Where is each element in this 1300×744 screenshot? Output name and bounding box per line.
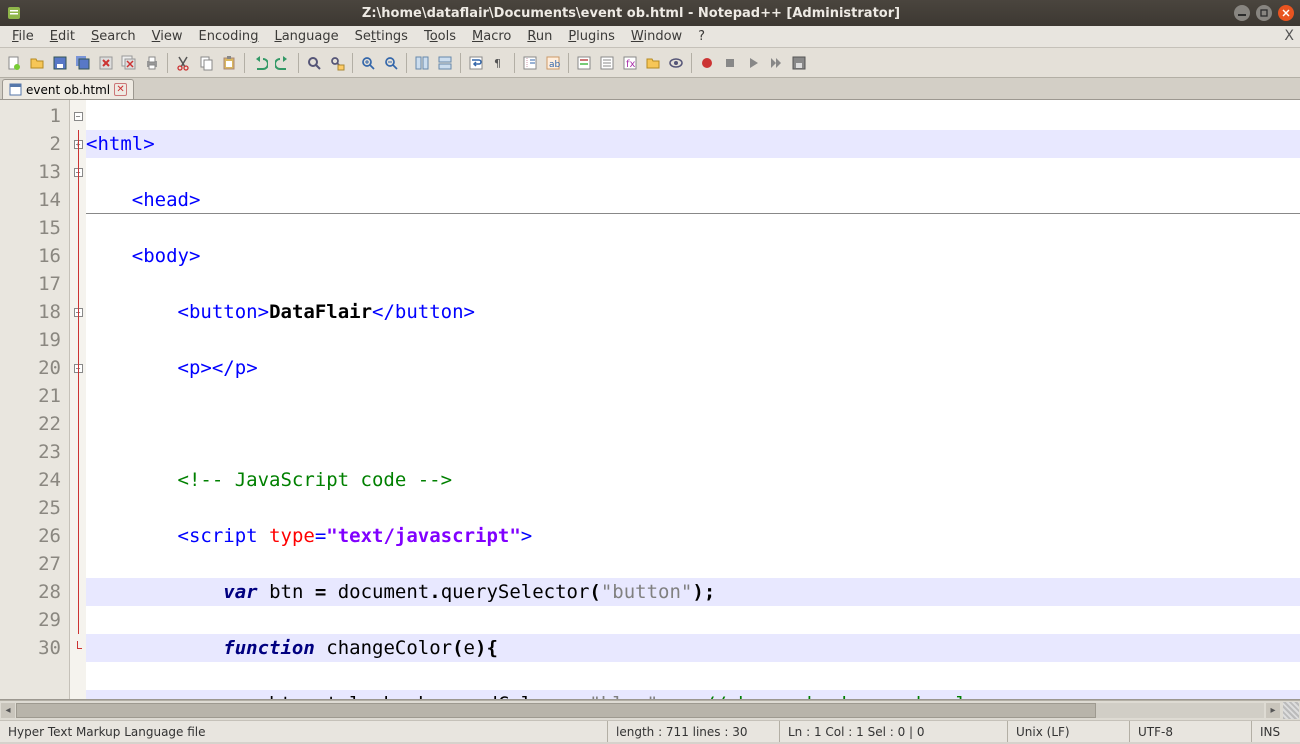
print-icon[interactable] (142, 53, 162, 73)
menu-view[interactable]: View (144, 26, 191, 47)
func-list-icon[interactable]: fx (620, 53, 640, 73)
file-type-icon (9, 83, 22, 96)
save-macro-icon[interactable] (789, 53, 809, 73)
minimize-button[interactable] (1234, 5, 1250, 21)
stop-icon[interactable] (720, 53, 740, 73)
play-multi-icon[interactable] (766, 53, 786, 73)
menu-file[interactable]: File (4, 26, 42, 47)
fold-gutter[interactable]: − + − − − (70, 100, 86, 699)
play-icon[interactable] (743, 53, 763, 73)
menu-encoding[interactable]: Encoding (191, 26, 267, 47)
zoom-out-icon[interactable] (381, 53, 401, 73)
save-all-icon[interactable] (73, 53, 93, 73)
redo-icon[interactable] (273, 53, 293, 73)
new-file-icon[interactable] (4, 53, 24, 73)
title-bar: Z:\home\dataflair\Documents\event ob.htm… (0, 0, 1300, 26)
monitor-icon[interactable] (666, 53, 686, 73)
tab-bar: event ob.html ✕ (0, 78, 1300, 100)
menu-help[interactable]: ? (690, 26, 713, 47)
menu-edit[interactable]: Edit (42, 26, 83, 47)
menu-language[interactable]: Language (266, 26, 346, 47)
status-position: Ln : 1 Col : 1 Sel : 0 | 0 (780, 721, 1008, 742)
menu-settings[interactable]: Settings (347, 26, 416, 47)
window-title: Z:\home\dataflair\Documents\event ob.htm… (28, 6, 1234, 21)
record-icon[interactable] (697, 53, 717, 73)
status-eol[interactable]: Unix (LF) (1008, 721, 1130, 742)
sync-h-icon[interactable] (435, 53, 455, 73)
close-file-icon[interactable] (96, 53, 116, 73)
menu-macro[interactable]: Macro (464, 26, 519, 47)
app-icon (6, 5, 22, 21)
status-encoding[interactable]: UTF-8 (1130, 721, 1252, 742)
code-area[interactable]: <html> <head> <body> <button>DataFlair</… (86, 100, 1300, 699)
save-icon[interactable] (50, 53, 70, 73)
close-button[interactable] (1278, 5, 1294, 21)
tab-close-icon[interactable]: ✕ (114, 83, 127, 96)
status-filetype: Hyper Text Markup Language file (0, 721, 608, 742)
menu-plugins[interactable]: Plugins (560, 26, 623, 47)
horizontal-scrollbar[interactable]: ◂ ▸ (0, 700, 1300, 720)
scroll-right-icon[interactable]: ▸ (1266, 703, 1280, 718)
maximize-button[interactable] (1256, 5, 1272, 21)
svg-text:¶: ¶ (494, 57, 501, 70)
zoom-in-icon[interactable] (358, 53, 378, 73)
menubar-close-icon[interactable]: X (1284, 28, 1294, 44)
window-buttons (1234, 5, 1294, 21)
status-length: length : 711 lines : 30 (608, 721, 780, 742)
menu-run[interactable]: Run (519, 26, 560, 47)
status-bar: Hyper Text Markup Language file length :… (0, 720, 1300, 742)
doc-list-icon[interactable] (597, 53, 617, 73)
undo-icon[interactable] (250, 53, 270, 73)
menu-bar: File Edit Search View Encoding Language … (0, 26, 1300, 48)
doc-map-icon[interactable] (574, 53, 594, 73)
cut-icon[interactable] (173, 53, 193, 73)
folder-icon[interactable] (643, 53, 663, 73)
close-all-icon[interactable] (119, 53, 139, 73)
replace-icon[interactable] (327, 53, 347, 73)
toolbar: ¶ ab fx (0, 48, 1300, 78)
file-tab[interactable]: event ob.html ✕ (2, 79, 134, 99)
svg-text:ab: ab (549, 60, 561, 70)
svg-text:fx: fx (626, 59, 636, 70)
scroll-thumb[interactable] (16, 703, 1096, 718)
wrap-icon[interactable] (466, 53, 486, 73)
line-gutter: 12131415161718192021222324252627282930 (0, 100, 70, 699)
scroll-left-icon[interactable]: ◂ (1, 703, 15, 718)
tab-label: event ob.html (26, 83, 110, 97)
lang-icon[interactable]: ab (543, 53, 563, 73)
code-editor[interactable]: 12131415161718192021222324252627282930 −… (0, 100, 1300, 700)
copy-icon[interactable] (196, 53, 216, 73)
menu-window[interactable]: Window (623, 26, 690, 47)
sync-v-icon[interactable] (412, 53, 432, 73)
find-icon[interactable] (304, 53, 324, 73)
indent-guide-icon[interactable] (520, 53, 540, 73)
menu-tools[interactable]: Tools (416, 26, 464, 47)
paste-icon[interactable] (219, 53, 239, 73)
resize-grip-icon[interactable] (1283, 702, 1299, 719)
status-insert[interactable]: INS (1252, 721, 1300, 742)
open-file-icon[interactable] (27, 53, 47, 73)
menu-search[interactable]: Search (83, 26, 144, 47)
show-all-chars-icon[interactable]: ¶ (489, 53, 509, 73)
